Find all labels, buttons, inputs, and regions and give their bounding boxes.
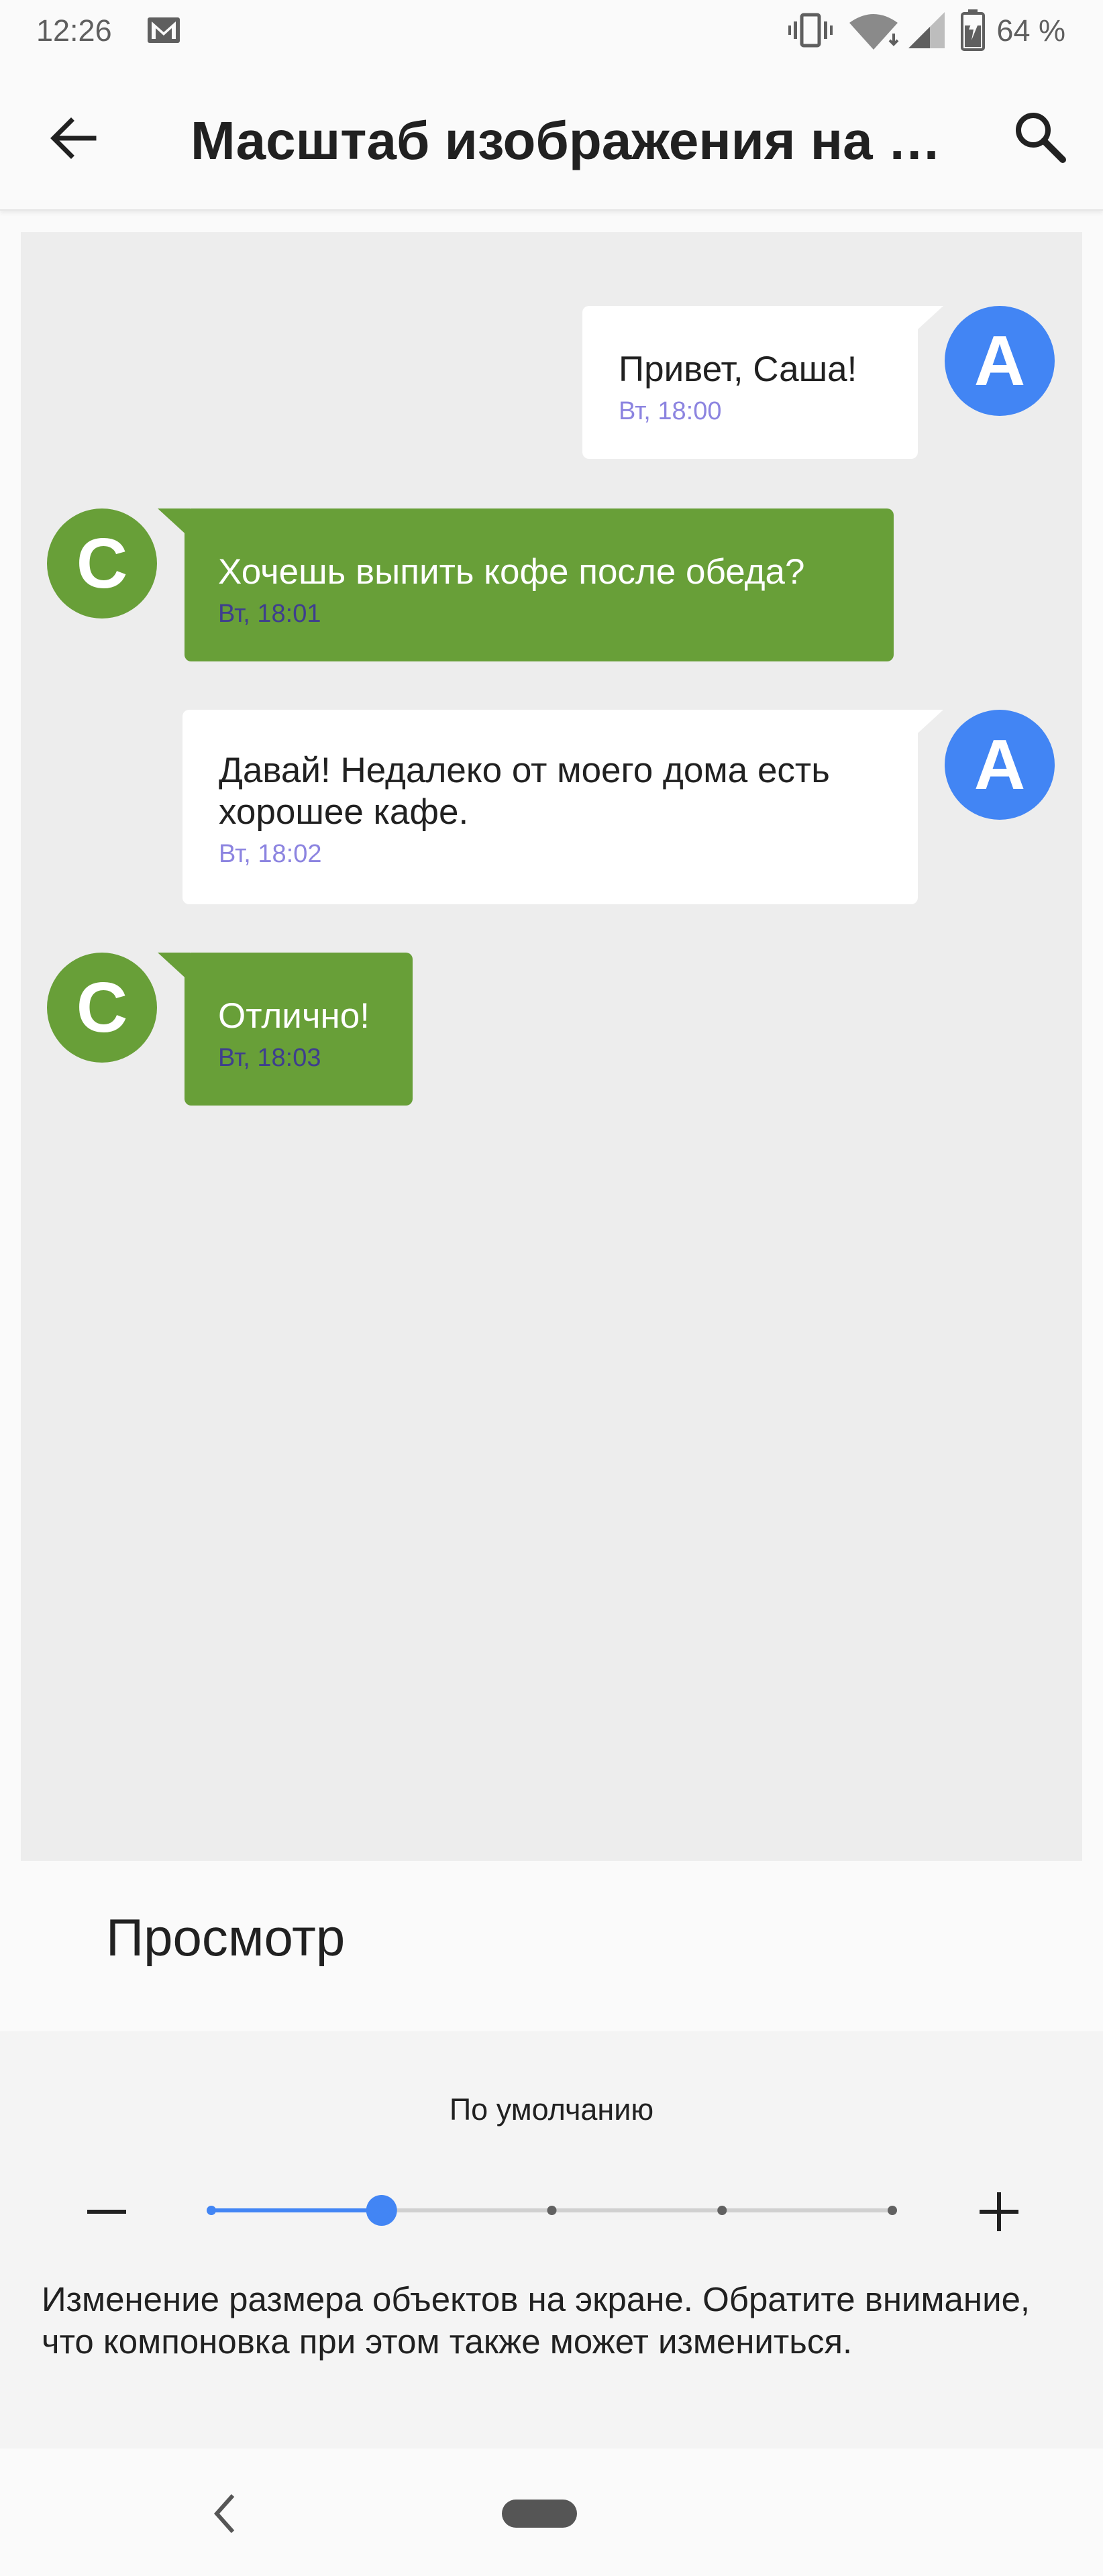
message-time: Вт, 18:02	[219, 840, 322, 868]
avatar: С	[47, 953, 157, 1063]
battery-percent: 64 %	[996, 13, 1065, 48]
description-text: Изменение размера объектов на экране. Об…	[42, 2280, 1031, 2361]
slider-tick[interactable]	[547, 2206, 557, 2215]
message-bubble: Давай! Недалеко от моего дома есть хорош…	[182, 710, 943, 904]
message-time: Вт, 18:00	[619, 397, 722, 425]
slider-thumb[interactable]	[366, 2195, 397, 2226]
message-text: Отлично!	[218, 996, 370, 1036]
bubble-tail	[158, 953, 190, 982]
nav-back-icon[interactable]	[205, 2490, 245, 2537]
avatar: A	[945, 710, 1055, 820]
message-bubble: Отлично! Вт, 18:03	[158, 953, 413, 1106]
avatar: A	[945, 306, 1055, 416]
size-current-label: По умолчанию	[449, 2092, 654, 2127]
back-arrow-icon[interactable]	[47, 111, 101, 165]
preview-label: Просмотр	[106, 1908, 346, 1967]
message-text: Давай! Недалеко от моего дома есть хорош…	[219, 751, 830, 832]
bubble-tail	[158, 508, 190, 538]
preview-area	[21, 232, 1082, 1861]
message-time: Вт, 18:03	[218, 1044, 321, 1072]
message-text: Хочешь выпить кофе после обеда?	[218, 552, 805, 592]
page-title: Масштаб изображения на экране	[191, 111, 955, 170]
size-slider[interactable]	[201, 2187, 906, 2234]
slider-tick[interactable]	[888, 2206, 897, 2215]
plus-button[interactable]	[973, 2188, 1027, 2235]
wifi-icon	[849, 14, 899, 50]
slider-tick[interactable]	[207, 2206, 216, 2215]
message-bubble: Привет, Саша! Вт, 18:00	[582, 306, 943, 459]
minus-button[interactable]	[81, 2188, 134, 2235]
gmail-icon	[148, 17, 180, 43]
bubble-tail	[911, 710, 943, 739]
avatar: С	[47, 508, 157, 619]
home-pill-icon[interactable]	[502, 2500, 577, 2528]
message-text: Привет, Саша!	[619, 350, 857, 389]
vibrate-icon	[788, 13, 833, 48]
search-icon[interactable]	[1012, 109, 1068, 165]
message-time: Вт, 18:01	[218, 600, 321, 628]
slider-tick[interactable]	[717, 2206, 727, 2215]
message-bubble: Хочешь выпить кофе после обеда? Вт, 18:0…	[158, 508, 894, 661]
bubble-tail	[911, 306, 943, 335]
signal-icon	[908, 12, 945, 48]
battery-icon	[961, 9, 985, 51]
status-time: 12:26	[36, 13, 112, 48]
